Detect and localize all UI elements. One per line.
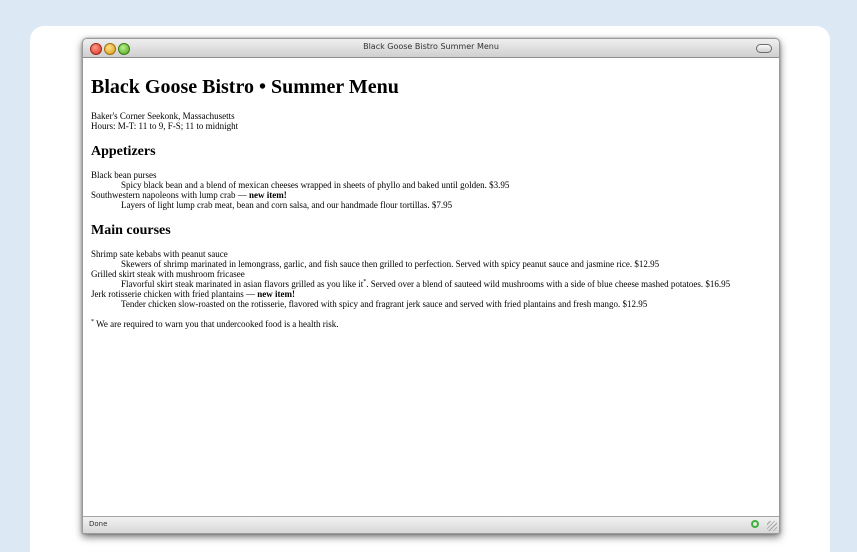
title-bar[interactable]: Black Goose Bistro Summer Menu bbox=[83, 39, 779, 58]
appetizers-heading: Appetizers bbox=[91, 144, 156, 159]
item-name-text: Southwestern napoleons with lump crab — bbox=[91, 190, 247, 200]
page-title: Black Goose Bistro • Summer Menu bbox=[91, 76, 399, 98]
toolbar-toggle-button[interactable] bbox=[756, 44, 772, 53]
menu-item-description: Spicy black bean and a blend of mexican … bbox=[121, 180, 510, 190]
status-text: Done bbox=[89, 520, 108, 528]
footnote-text: We are required to warn you that underco… bbox=[94, 319, 339, 329]
page-content: Black Goose Bistro • Summer Menu Baker's… bbox=[83, 58, 779, 516]
resize-grip-icon[interactable] bbox=[767, 521, 777, 531]
item-name-text: Shrimp sate kebabs with peanut sauce bbox=[91, 249, 228, 259]
browser-window: Black Goose Bistro Summer Menu Black Goo… bbox=[82, 38, 780, 534]
description-text: . Served over a blend of sauteed wild mu… bbox=[366, 279, 731, 289]
new-item-badge: new item! bbox=[248, 190, 287, 200]
menu-item-name: Shrimp sate kebabs with peanut sauce bbox=[91, 249, 771, 259]
menu-item-description: Layers of light lump crab meat, bean and… bbox=[121, 200, 453, 210]
menu-item-description: Skewers of shrimp marinated in lemongras… bbox=[121, 259, 660, 269]
hours-text: Hours: M-T: 11 to 9, F-S; 11 to midnight bbox=[91, 121, 239, 131]
activity-icon bbox=[751, 520, 759, 528]
menu-item-description: Flavorful skirt steak marinated in asian… bbox=[121, 279, 771, 289]
restaurant-info: Baker's Corner Seekonk, Massachusetts Ho… bbox=[91, 111, 771, 131]
menu-item-name: Southwestern napoleons with lump crab — … bbox=[91, 190, 771, 200]
new-item-badge: new item! bbox=[257, 289, 295, 299]
menu-item-name: Black bean purses bbox=[91, 170, 771, 180]
item-name-text: Grilled skirt steak with mushroom fricas… bbox=[91, 269, 245, 279]
description-text: Flavorful skirt steak marinated in asian… bbox=[121, 279, 364, 289]
footnote: * We are required to warn you that under… bbox=[91, 319, 771, 329]
menu-item-description: Tender chicken slow-roasted on the rotis… bbox=[121, 299, 648, 309]
appetizers-list: Black bean purses Spicy black bean and a… bbox=[91, 170, 771, 210]
item-name-text: Jerk rotisserie chicken with fried plant… bbox=[91, 289, 255, 299]
main-courses-heading: Main courses bbox=[91, 223, 171, 238]
main-courses-list: Shrimp sate kebabs with peanut sauce Ske… bbox=[91, 249, 771, 309]
address-text: Baker's Corner Seekonk, Massachusetts bbox=[91, 111, 235, 121]
item-name-text: Black bean purses bbox=[91, 170, 157, 180]
menu-item-name: Jerk rotisserie chicken with fried plant… bbox=[91, 289, 771, 299]
status-bar: Done bbox=[83, 516, 779, 533]
menu-item-name: Grilled skirt steak with mushroom fricas… bbox=[91, 269, 771, 279]
window-title: Black Goose Bistro Summer Menu bbox=[363, 42, 499, 51]
